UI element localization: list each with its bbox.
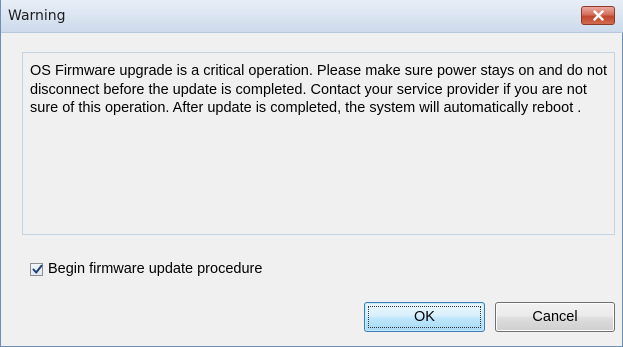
ok-button-label: OK [414, 309, 435, 325]
message-box: OS Firmware upgrade is a critical operat… [22, 52, 615, 235]
ok-button[interactable]: OK [364, 302, 485, 332]
begin-update-checkbox-row[interactable]: Begin firmware update procedure [30, 259, 262, 279]
begin-update-checkbox-label: Begin firmware update procedure [48, 261, 263, 277]
close-button[interactable] [581, 6, 615, 25]
window-title: Warning [8, 8, 66, 24]
checkmark-icon [32, 264, 43, 273]
cancel-button[interactable]: Cancel [495, 302, 615, 332]
warning-message: OS Firmware upgrade is a critical operat… [30, 63, 608, 116]
cancel-button-label: Cancel [532, 309, 578, 325]
warning-dialog: Warning OS Firmware upgrade is a critica… [0, 0, 623, 347]
close-icon [593, 10, 604, 21]
begin-update-checkbox[interactable] [30, 262, 43, 276]
title-bar[interactable]: Warning [1, 0, 623, 33]
